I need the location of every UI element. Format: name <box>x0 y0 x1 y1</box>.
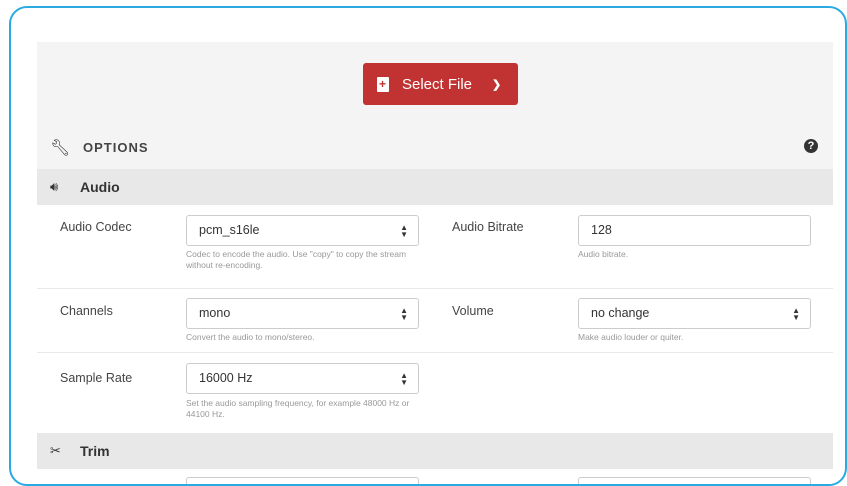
sort-arrows-icon: ▲ ▼ <box>400 306 408 322</box>
sample-rate-help: Set the audio sampling frequency, for ex… <box>186 398 410 419</box>
converter-panel: Select File ❯ 🔧︎ OPTIONS ? 🔊︎ Audio Audi… <box>37 42 833 484</box>
audio-bitrate-value: 128 <box>591 223 612 237</box>
volume-value: no change <box>591 306 650 320</box>
trim-end-input[interactable] <box>578 477 811 484</box>
question-circle-icon[interactable]: ? <box>804 139 818 153</box>
audio-section-header: 🔊︎ Audio <box>37 169 833 205</box>
scissors-icon: ✂︎ <box>50 443 61 458</box>
sample-rate-label: Sample Rate <box>60 371 133 385</box>
options-header: 🔧︎ OPTIONS ? <box>37 126 833 169</box>
chevron-down-icon[interactable]: ❯ <box>492 78 501 91</box>
sample-rate-select[interactable]: 16000 Hz ▲ ▼ <box>186 363 419 394</box>
sort-arrows-icon: ▲ ▼ <box>400 371 408 387</box>
select-file-button[interactable]: Select File ❯ <box>363 63 518 105</box>
trim-fields <box>37 469 833 484</box>
volume-help: Make audio louder or quiter. <box>578 332 684 342</box>
sort-arrows-icon: ▲ ▼ <box>792 306 800 322</box>
channels-select[interactable]: mono ▲ ▼ <box>186 298 419 329</box>
sample-rate-value: 16000 Hz <box>199 371 253 385</box>
audio-codec-value: pcm_s16le <box>199 223 260 237</box>
channels-help: Convert the audio to mono/stereo. <box>186 332 315 342</box>
wrench-icon: 🔧︎ <box>50 139 71 157</box>
audio-codec-label: Audio Codec <box>60 220 132 234</box>
app-frame: Select File ❯ 🔧︎ OPTIONS ? 🔊︎ Audio Audi… <box>9 6 847 486</box>
volume-select[interactable]: no change ▲ ▼ <box>578 298 811 329</box>
volume-label: Volume <box>452 304 494 318</box>
volume-icon: 🔊︎ <box>50 179 59 194</box>
audio-bitrate-help: Audio bitrate. <box>578 249 629 259</box>
audio-codec-row: Audio Codec pcm_s16le ▲ ▼ Codec to encode… <box>37 205 833 289</box>
channels-row: Channels mono ▲ ▼ Convert the audio to mo… <box>37 289 833 353</box>
trim-start-input[interactable] <box>186 477 419 484</box>
trim-section-title: Trim <box>80 443 110 459</box>
channels-label: Channels <box>60 304 113 318</box>
audio-section-title: Audio <box>80 179 120 195</box>
audio-bitrate-input[interactable]: 128 <box>578 215 811 246</box>
channels-value: mono <box>199 306 231 320</box>
file-plus-icon <box>377 76 389 92</box>
select-file-label: Select File <box>402 75 473 93</box>
trim-section-header: ✂︎ Trim <box>37 433 833 469</box>
sample-rate-row: Sample Rate 16000 Hz ▲ ▼ Set the audio sa… <box>37 353 833 433</box>
options-title: OPTIONS <box>83 140 149 155</box>
audio-codec-select[interactable]: pcm_s16le ▲ ▼ <box>186 215 419 246</box>
audio-fields: Audio Codec pcm_s16le ▲ ▼ Codec to encode… <box>37 205 833 433</box>
sort-arrows-icon: ▲ ▼ <box>400 223 408 239</box>
audio-bitrate-label: Audio Bitrate <box>452 220 524 234</box>
audio-codec-help: Codec to encode the audio. Use "copy" to… <box>186 249 407 270</box>
